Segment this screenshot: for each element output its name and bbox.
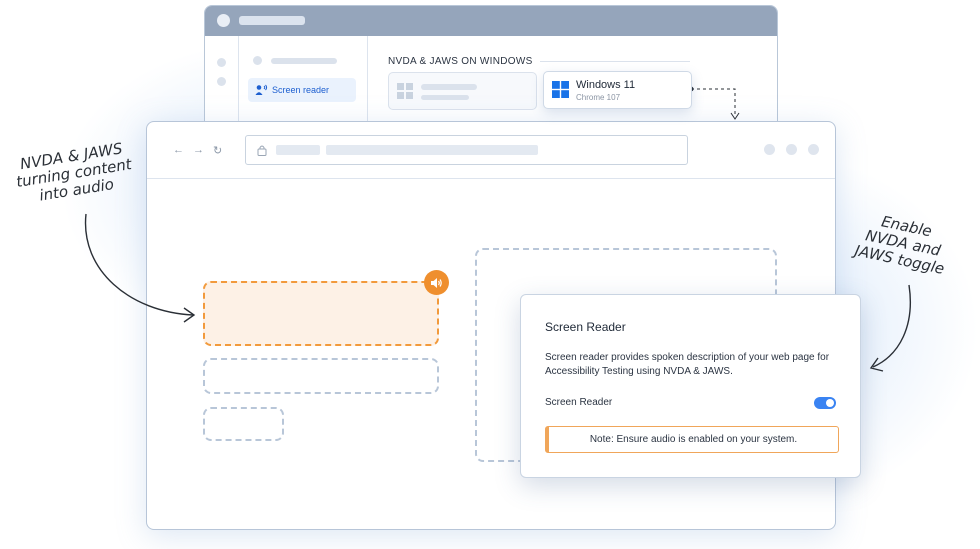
windows-logo-icon xyxy=(552,81,569,98)
browser-version: Chrome 107 xyxy=(576,93,621,102)
os-card-windows-11[interactable]: Windows 11 Chrome 107 xyxy=(543,71,692,109)
arrow-left xyxy=(84,213,194,316)
os-name: Windows 11 xyxy=(576,79,636,91)
annotation-arrows xyxy=(84,86,911,372)
connector-dashed-arrow xyxy=(691,88,736,116)
arrow-right xyxy=(872,284,911,368)
